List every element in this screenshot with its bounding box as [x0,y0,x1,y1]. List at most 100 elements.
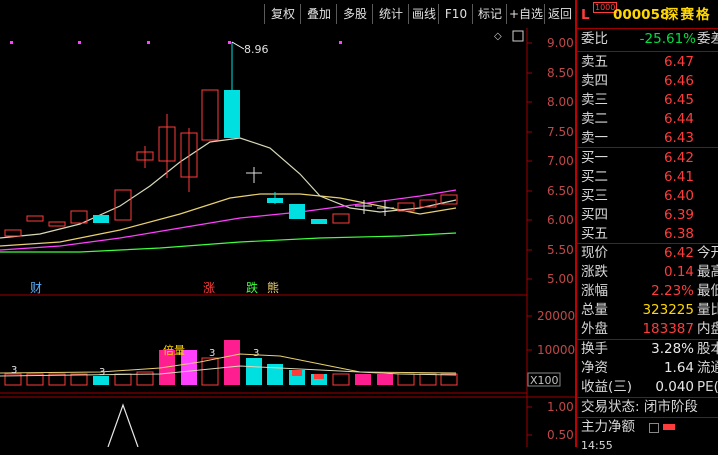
ask-price: 6.45 [663,92,694,108]
bid-price: 6.40 [663,188,694,204]
stat-label: 涨跌 [581,264,608,280]
ask-row[interactable]: 卖三 6.45 [577,91,718,110]
event-zhang-label[interactable]: 涨 [203,280,215,295]
price-tick: 7.00 [547,154,574,168]
gem-icon [292,370,302,376]
main-net-row[interactable]: 主力净额 [577,418,718,437]
trade-state-text: 交易状态: 闭市阶段 [581,399,698,415]
weibi-label: 委比 [581,31,608,47]
volume-axis: 20000 10000 X100 [527,309,575,387]
ask-label: 卖一 [581,130,608,146]
indicator-tick: 0.50 [547,428,574,442]
diamond-icon[interactable]: ◇ [494,31,502,42]
fuquan-button[interactable]: 复权 [264,4,301,24]
volume-tick: 20000 [537,309,575,323]
tick-time: 14:55 [581,439,613,452]
volume-mark: 3 [209,348,215,359]
main-net-label: 主力净额 [581,419,635,435]
panel-toggle-icon[interactable] [512,30,524,42]
multi-stock-button[interactable]: 多股 [336,4,373,24]
stat-label: 现价 [581,245,608,261]
stat-label-right: 流通 [697,360,718,376]
bid-row[interactable]: 买四 6.39 [577,206,718,225]
ask-row[interactable]: 卖五 6.47 [577,53,718,72]
stat-label-right: 今开 [697,245,718,261]
moving-averages [0,137,457,253]
price-tick: 6.50 [547,184,574,198]
weibi-row: 委比 -25.61% 委差 [577,30,718,49]
stat-value: 3.28% [651,341,694,357]
bid-row[interactable]: 买五 6.38 [577,225,718,244]
price-tick: 8.50 [547,66,574,80]
ask-row[interactable]: 卖二 6.44 [577,110,718,129]
bid-label: 买三 [581,188,608,204]
stat-label: 净资 [581,360,608,376]
stock-name: 深赛格 [665,7,712,23]
kline-chart[interactable]: 9.00 8.50 8.00 7.50 7.00 6.50 6.00 5.50 … [0,28,575,447]
bid-row[interactable]: 买二 6.41 [577,168,718,187]
volume-mark: 3 [253,348,259,359]
bid-label: 买五 [581,226,608,242]
price-tick: 6.00 [547,213,574,227]
stat-label-right: 最低 [697,283,718,299]
stat-label: 收益(三) [581,379,633,395]
stat-label: 总量 [581,302,608,318]
stat-row: 换手 3.28% 股本 [577,340,718,359]
bid-price: 6.41 [663,169,694,185]
ask-row[interactable]: 卖四 6.46 [577,72,718,91]
weibi-value: -25.61% [639,31,696,47]
indicator-lines [107,403,139,447]
back-button[interactable]: 返回 [544,4,576,24]
price-axis: 9.00 8.50 8.00 7.50 7.00 6.50 6.00 5.50 … [527,36,574,286]
draw-line-button[interactable]: 画线 [408,4,439,24]
stat-row: 收益(三) 0.040 PE(动 [577,378,718,397]
stat-value: 2.23% [651,283,694,299]
bid-label: 买一 [581,150,608,166]
stock-header: L 1000 000058 深赛格 [577,2,718,25]
indicator-axis: 1.00 0.50 [527,400,574,442]
volume-unit-label: X100 [530,374,559,387]
ask-price: 6.47 [663,54,694,70]
volume-mark: 3 [99,367,105,378]
info-box-icon [649,423,659,433]
volume-mark: 3 [11,365,17,376]
bid-row[interactable]: 买一 6.42 [577,149,718,168]
bid-price: 6.38 [663,226,694,242]
bid-label: 买二 [581,169,608,185]
stat-label: 涨幅 [581,283,608,299]
add-watchlist-button[interactable]: +自选 [506,4,545,24]
price-tick: 5.00 [547,272,574,286]
stat-row: 总量 323225 量比 [577,301,718,320]
stat-label-right: 内盘 [697,321,718,337]
statistics-button[interactable]: 统计 [372,4,409,24]
stat-row: 涨幅 2.23% 最低 [577,282,718,301]
quote-panel: L 1000 000058 深赛格 委比 -25.61% 委差 卖五 6.47 … [575,0,718,452]
event-die-label[interactable]: 跌 [246,280,258,295]
volume-tick: 10000 [537,343,575,357]
stat-value: 0.040 [655,379,694,395]
ask-row[interactable]: 卖一 6.43 [577,129,718,148]
gem-icon [314,374,324,379]
stat-value: 323225 [642,302,694,318]
bid-price: 6.39 [663,207,694,223]
event-cai-label[interactable]: 财 [30,281,42,295]
time-row: 14:55 [577,436,718,455]
high-price-label: 8.96 [244,43,269,56]
stat-label-right: 量比 [697,302,718,318]
volume-bars: 3 3 3 3 倍量 [0,340,458,386]
bid-row[interactable]: 买三 6.40 [577,187,718,206]
weidiff-label: 委差 [697,31,718,47]
ask-label: 卖四 [581,73,608,89]
ask-price: 6.43 [663,130,694,146]
price-tick: 5.50 [547,243,574,257]
stat-value: 0.14 [663,264,694,280]
mark-button[interactable]: 标记 [472,4,507,24]
overlay-button[interactable]: 叠加 [300,4,337,24]
event-labels: 财 涨 跌 熊 [30,280,279,295]
f10-button[interactable]: F10 [438,4,473,24]
event-xiong-label[interactable]: 熊 [267,280,279,295]
stat-row: 净资 1.64 流通 [577,359,718,378]
stat-label-right: PE(动 [697,379,718,395]
stat-label-right: 股本 [697,341,718,357]
chart-toolbar: 复权 叠加 多股 统计 画线 F10 标记 +自选 返回 [0,0,576,28]
